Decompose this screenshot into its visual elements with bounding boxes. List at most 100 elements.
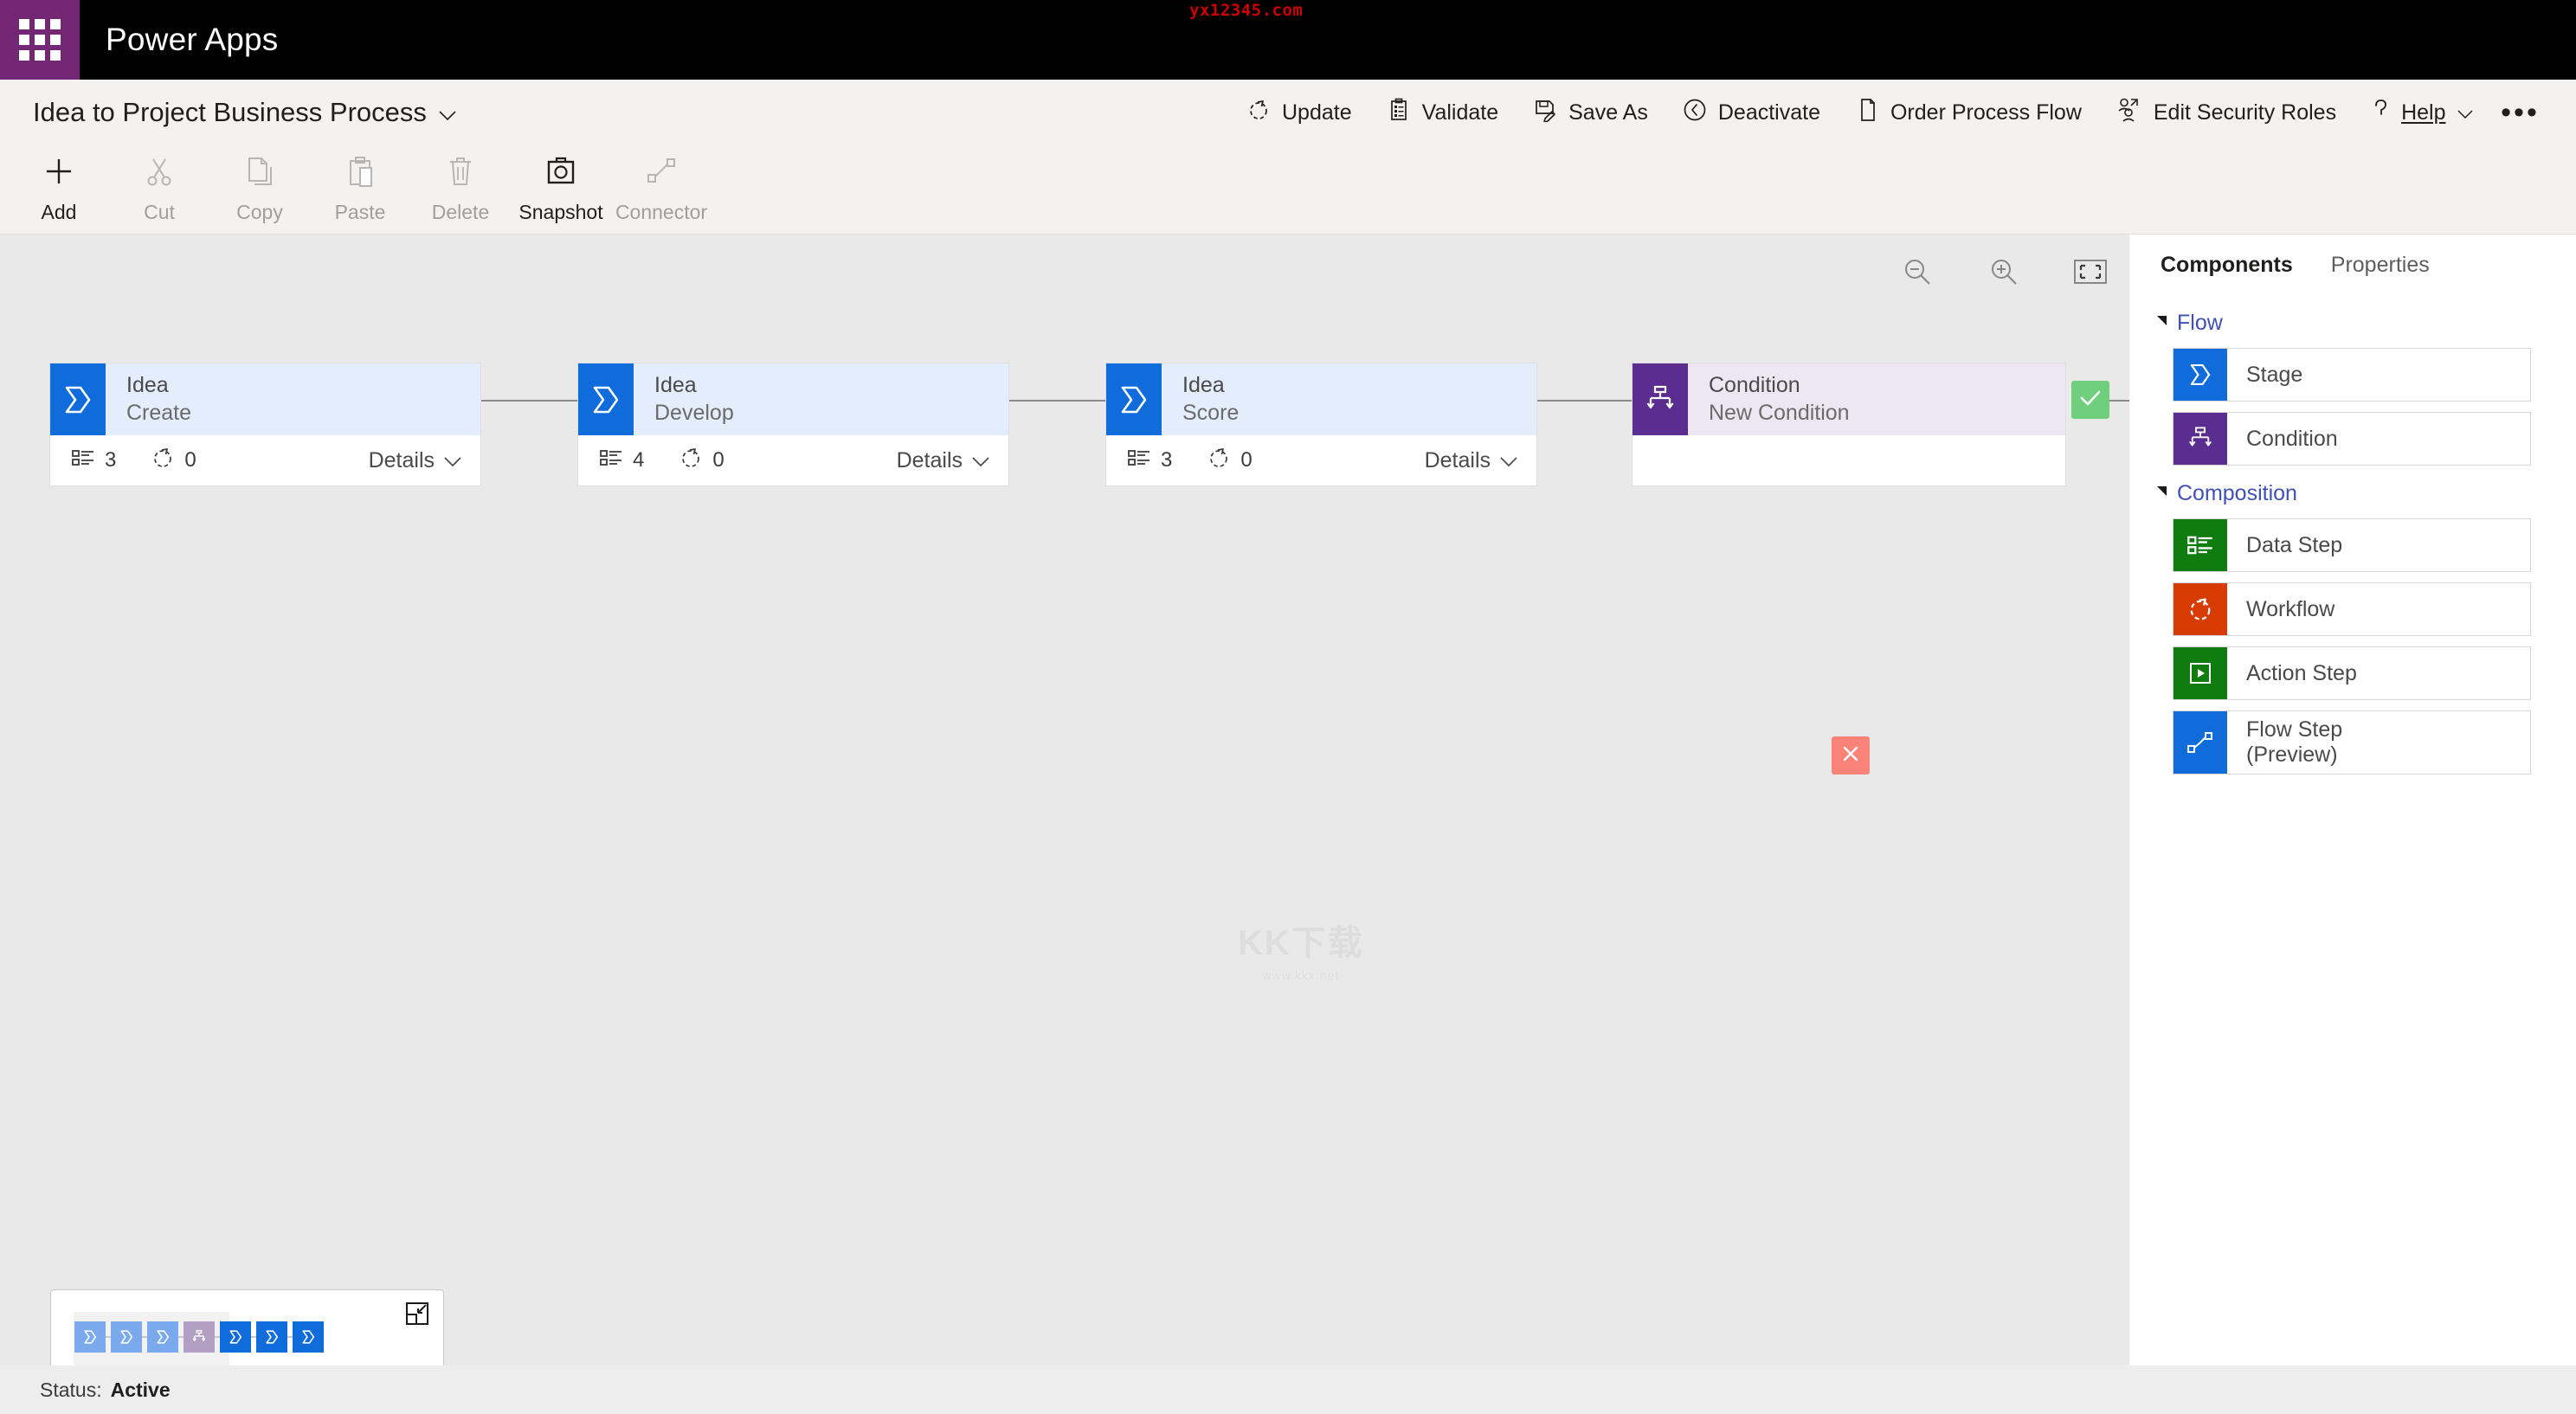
save-as-icon <box>1533 98 1557 128</box>
data-step-list-icon <box>599 447 623 474</box>
workflows-count: 0 <box>1240 448 1252 472</box>
component-action-step[interactable]: Action Step <box>2173 646 2531 700</box>
snapshot-tool-button[interactable]: Snapshot <box>511 145 611 232</box>
minimap-node[interactable] <box>184 1321 215 1353</box>
minimap-collapse-icon[interactable] <box>406 1302 428 1329</box>
paste-icon <box>343 154 377 193</box>
minimap-node[interactable] <box>256 1321 287 1353</box>
flow-step-icon <box>2174 711 2227 774</box>
add-tool-label: Add <box>42 201 77 224</box>
camera-icon <box>544 154 578 193</box>
workflows-metric: 0 <box>1207 446 1252 476</box>
process-title-label: Idea to Project Business Process <box>33 97 427 128</box>
connector-icon <box>644 154 679 193</box>
connector-line <box>1007 400 1108 402</box>
refresh-dashed-circle-icon <box>1246 98 1271 128</box>
minimap-node[interactable] <box>293 1321 324 1353</box>
save-as-button[interactable]: Save As <box>1516 80 1665 145</box>
component-data-step-label: Data Step <box>2227 519 2530 571</box>
action-play-icon <box>2174 647 2227 699</box>
add-tool-button[interactable]: Add <box>9 145 109 232</box>
minimap-node[interactable] <box>147 1321 178 1353</box>
process-title-dropdown[interactable]: Idea to Project Business Process <box>33 97 456 128</box>
stage-details-toggle[interactable]: Details <box>897 448 989 473</box>
condition-yes-badge[interactable] <box>2071 381 2109 419</box>
fit-screen-icon <box>2073 258 2108 290</box>
condition-node[interactable]: Condition New Condition <box>1633 363 2065 485</box>
copy-tool-button: Copy <box>209 145 310 232</box>
component-stage[interactable]: Stage <box>2173 348 2531 402</box>
minimap-node[interactable] <box>111 1321 142 1353</box>
tool-ribbon: Add Cut Copy <box>0 145 2576 235</box>
condition-no-badge[interactable] <box>1832 736 1870 774</box>
group-header-flow[interactable]: Flow <box>2157 311 2576 336</box>
chevron-down-icon <box>2457 100 2473 125</box>
group-header-composition[interactable]: Composition <box>2157 481 2576 506</box>
workflows-metric: 0 <box>151 446 196 476</box>
component-condition[interactable]: Condition <box>2173 412 2531 466</box>
workflows-count: 0 <box>712 448 724 472</box>
steps-metric: 3 <box>1127 447 1172 474</box>
question-mark-icon <box>2371 98 2390 128</box>
component-workflow[interactable]: Workflow <box>2173 582 2531 636</box>
component-workflow-label: Workflow <box>2227 583 2530 635</box>
minimap-node[interactable] <box>220 1321 251 1353</box>
overflow-menu-button[interactable]: ••• <box>2490 80 2551 145</box>
stage-name-label: Develop <box>654 400 1008 427</box>
workflow-dashed-circle-icon <box>151 446 175 476</box>
validate-button[interactable]: Validate <box>1369 80 1517 145</box>
steps-metric: 4 <box>599 447 644 474</box>
chevron-down-icon <box>444 448 461 473</box>
suite-bar: Power Apps yx12345.com <box>0 0 2576 80</box>
app-launcher-waffle-icon[interactable] <box>0 0 80 80</box>
process-canvas[interactable]: KK下载 www.kkx.net Idea Create <box>0 235 2129 1366</box>
snapshot-tool-label: Snapshot <box>518 201 602 224</box>
condition-branch-icon <box>1633 363 1688 435</box>
zoom-in-button[interactable] <box>1982 252 2025 295</box>
update-button[interactable]: Update <box>1229 80 1369 145</box>
stage-details-toggle[interactable]: Details <box>1425 448 1517 473</box>
watermark-center: KK下载 www.kkx.net <box>1238 915 1364 982</box>
component-data-step[interactable]: Data Step <box>2173 518 2531 572</box>
component-action-step-label: Action Step <box>2227 647 2530 699</box>
minimap-panel[interactable] <box>50 1289 444 1366</box>
deactivate-button[interactable]: Deactivate <box>1665 80 1838 145</box>
power-apps-bpf-designer: Power Apps yx12345.com Idea to Project B… <box>0 0 2576 1414</box>
edit-security-roles-button[interactable]: Edit Security Roles <box>2099 80 2354 145</box>
stage-details-toggle[interactable]: Details <box>369 448 461 473</box>
stage-node[interactable]: Idea Develop 4 <box>578 363 1008 485</box>
status-label: Status: <box>40 1379 102 1402</box>
data-step-list-icon <box>2174 519 2227 571</box>
paste-tool-button: Paste <box>310 145 410 232</box>
delete-tool-button: Delete <box>410 145 511 232</box>
chevron-down-icon <box>972 448 989 473</box>
data-step-list-icon <box>1127 447 1151 474</box>
stage-details-label: Details <box>1425 448 1491 473</box>
order-process-flow-label: Order Process Flow <box>1890 100 2082 125</box>
tab-properties[interactable]: Properties <box>2331 253 2430 278</box>
components-panel: Components Properties Flow Stage Conditi… <box>2129 235 2576 1366</box>
cut-tool-label: Cut <box>144 201 175 224</box>
steps-count: 3 <box>105 448 116 472</box>
minimap-nodes <box>74 1321 324 1353</box>
component-flow-step[interactable]: Flow Step (Preview) <box>2173 710 2531 774</box>
tab-components[interactable]: Components <box>2161 253 2293 278</box>
connector-tool-label: Connector <box>615 201 707 224</box>
update-label: Update <box>1282 100 1352 125</box>
stage-node[interactable]: Idea Create 3 <box>50 363 480 485</box>
condition-node-header: Condition New Condition <box>1633 363 2065 435</box>
order-process-flow-button[interactable]: Order Process Flow <box>1838 80 2099 145</box>
clipboard-check-icon <box>1387 98 1411 128</box>
edit-security-roles-label: Edit Security Roles <box>2154 100 2336 125</box>
stage-name-label: Score <box>1182 400 1536 427</box>
minimap-node[interactable] <box>74 1321 106 1353</box>
people-add-icon <box>2116 98 2142 128</box>
deactivate-label: Deactivate <box>1718 100 1820 125</box>
stage-node[interactable]: Idea Score 3 <box>1106 363 1536 485</box>
stage-chevron-icon <box>2174 349 2227 401</box>
help-button[interactable]: Help <box>2354 80 2489 145</box>
zoom-out-button[interactable] <box>1896 252 1939 295</box>
data-step-list-icon <box>71 447 95 474</box>
fit-to-screen-button[interactable] <box>2069 252 2112 295</box>
back-circle-icon <box>1683 98 1707 128</box>
